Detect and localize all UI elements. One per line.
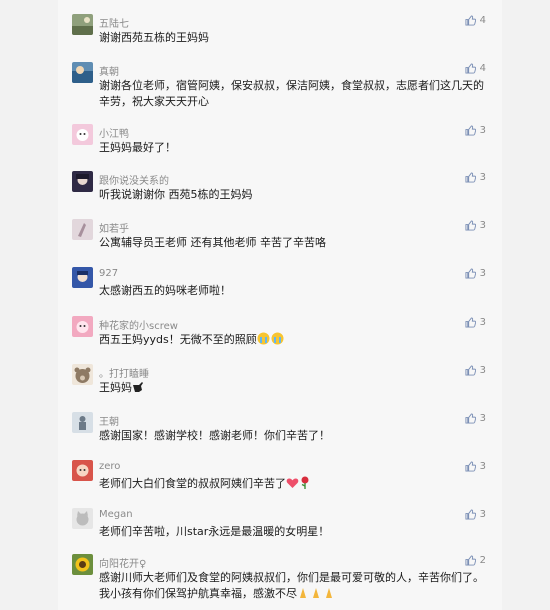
thumbs-up-icon — [465, 63, 476, 74]
thumbs-up-icon — [465, 461, 476, 472]
like-button[interactable]: 3 — [465, 172, 486, 183]
comment-feed-page: 五陆七 4 谢谢西苑五栋的王妈妈 真朝 4 谢谢各位老师，宿管阿姨，保安叔叔，保… — [0, 0, 550, 610]
comment-text: 王妈妈最好了！ — [99, 141, 176, 154]
like-button[interactable]: 4 — [465, 63, 486, 74]
thumbs-up-icon — [465, 268, 476, 279]
user-avatar[interactable] — [72, 460, 93, 481]
like-count: 3 — [479, 172, 486, 183]
thumbs-up-icon — [465, 172, 476, 183]
like-button[interactable]: 3 — [465, 317, 486, 328]
like-button[interactable]: 3 — [465, 413, 486, 424]
user-avatar[interactable] — [72, 316, 93, 337]
user-avatar[interactable] — [72, 508, 93, 529]
comment-username[interactable]: 927 — [99, 268, 118, 279]
comment-text-content: 感谢川师大老师们及食堂的阿姨叔叔们，你们是最可爱可敬的人，辛苦你们了。我小孩有你… — [99, 571, 484, 600]
comment-text-content: 王妈妈 — [99, 381, 132, 394]
like-count: 3 — [479, 317, 486, 328]
thumbs-up-icon — [465, 317, 476, 328]
praying-hands-emoji-icon — [297, 587, 336, 604]
comment-username[interactable]: zero — [99, 461, 120, 472]
comment-text: 公寓辅导员王老师 还有其他老师 辛苦了辛苦咯 — [99, 236, 326, 249]
like-count: 3 — [479, 220, 486, 231]
comment-username[interactable]: 五陆七 — [99, 15, 129, 30]
crying-emoji-icon — [257, 332, 285, 350]
heart-emoji-icon — [286, 477, 299, 494]
comment-text-content: 西五王妈yyds！无微不至的照顾 — [99, 333, 257, 346]
user-avatar[interactable] — [72, 14, 93, 35]
comment-text: 谢谢西苑五栋的王妈妈 — [99, 31, 209, 44]
thumbs-up-icon — [465, 125, 476, 136]
like-button[interactable]: 3 — [465, 220, 486, 231]
like-count: 3 — [479, 413, 486, 424]
like-button[interactable]: 3 — [465, 125, 486, 136]
user-avatar[interactable] — [72, 554, 93, 575]
thumbs-up-icon — [465, 509, 476, 520]
like-count: 4 — [479, 63, 486, 74]
user-avatar[interactable] — [72, 171, 93, 192]
like-count: 3 — [479, 125, 486, 136]
user-avatar[interactable] — [72, 219, 93, 240]
comment-username[interactable]: 。打打瞌睡 — [99, 365, 149, 380]
like-count: 3 — [479, 509, 486, 520]
comment-text: 谢谢各位老师，宿管阿姨，保安叔叔，保洁阿姨，食堂叔叔，志愿者们这几天的辛劳，祝大… — [99, 79, 484, 108]
user-avatar[interactable] — [72, 267, 93, 288]
like-button[interactable]: 4 — [465, 15, 486, 26]
comment-username[interactable]: 真朝 — [99, 63, 119, 78]
thumbs-up-icon — [465, 220, 476, 231]
pointing-hand-emoji-icon — [132, 381, 144, 398]
comment-text: 太感谢西五的妈咪老师啦！ — [99, 284, 231, 297]
comment-username[interactable]: 王朝 — [99, 413, 119, 428]
like-count: 3 — [479, 365, 486, 376]
like-count: 3 — [479, 461, 486, 472]
like-count: 2 — [479, 555, 486, 566]
like-button[interactable]: 3 — [465, 509, 486, 520]
like-button[interactable]: 3 — [465, 268, 486, 279]
comment-username[interactable]: 种花家的小screw — [99, 317, 178, 332]
like-button[interactable]: 3 — [465, 365, 486, 376]
comment-text: 听我说谢谢你 西苑5栋的王妈妈 — [99, 188, 253, 201]
like-count: 4 — [479, 15, 486, 26]
comment-username[interactable]: 小江鸭 — [99, 125, 129, 140]
comment-text: 感谢国家！感谢学校！感谢老师！你们辛苦了！ — [99, 429, 330, 442]
like-button[interactable]: 3 — [465, 461, 486, 472]
comment-username[interactable]: 跟你说没关系的 — [99, 172, 169, 187]
comment-text: 老师们辛苦啦，川star永远是最温暖的女明星！ — [99, 525, 330, 538]
comment-text: 王妈妈 — [99, 380, 494, 398]
user-avatar[interactable] — [72, 124, 93, 145]
comment-username[interactable]: 向阳花开♀ — [99, 555, 146, 570]
rose-emoji-icon — [299, 476, 311, 494]
thumbs-up-icon — [465, 365, 476, 376]
comment-text: 老师们大白们食堂的叔叔阿姨们辛苦了 — [99, 476, 494, 494]
user-avatar[interactable] — [72, 412, 93, 433]
comment-username[interactable]: 如若乎 — [99, 220, 129, 235]
thumbs-up-icon — [465, 413, 476, 424]
comment-text: 感谢川师大老师们及食堂的阿姨叔叔们，你们是最可爱可敬的人，辛苦你们了。我小孩有你… — [99, 570, 494, 604]
like-button[interactable]: 2 — [465, 555, 486, 566]
comment-username[interactable]: Megan — [99, 509, 133, 520]
thumbs-up-icon — [465, 15, 476, 26]
comment-text-content: 老师们大白们食堂的叔叔阿姨们辛苦了 — [99, 477, 286, 490]
user-avatar[interactable] — [72, 62, 93, 83]
like-count: 3 — [479, 268, 486, 279]
thumbs-up-icon — [465, 555, 476, 566]
user-avatar[interactable] — [72, 364, 93, 385]
comment-text: 西五王妈yyds！无微不至的照顾 — [99, 332, 494, 350]
